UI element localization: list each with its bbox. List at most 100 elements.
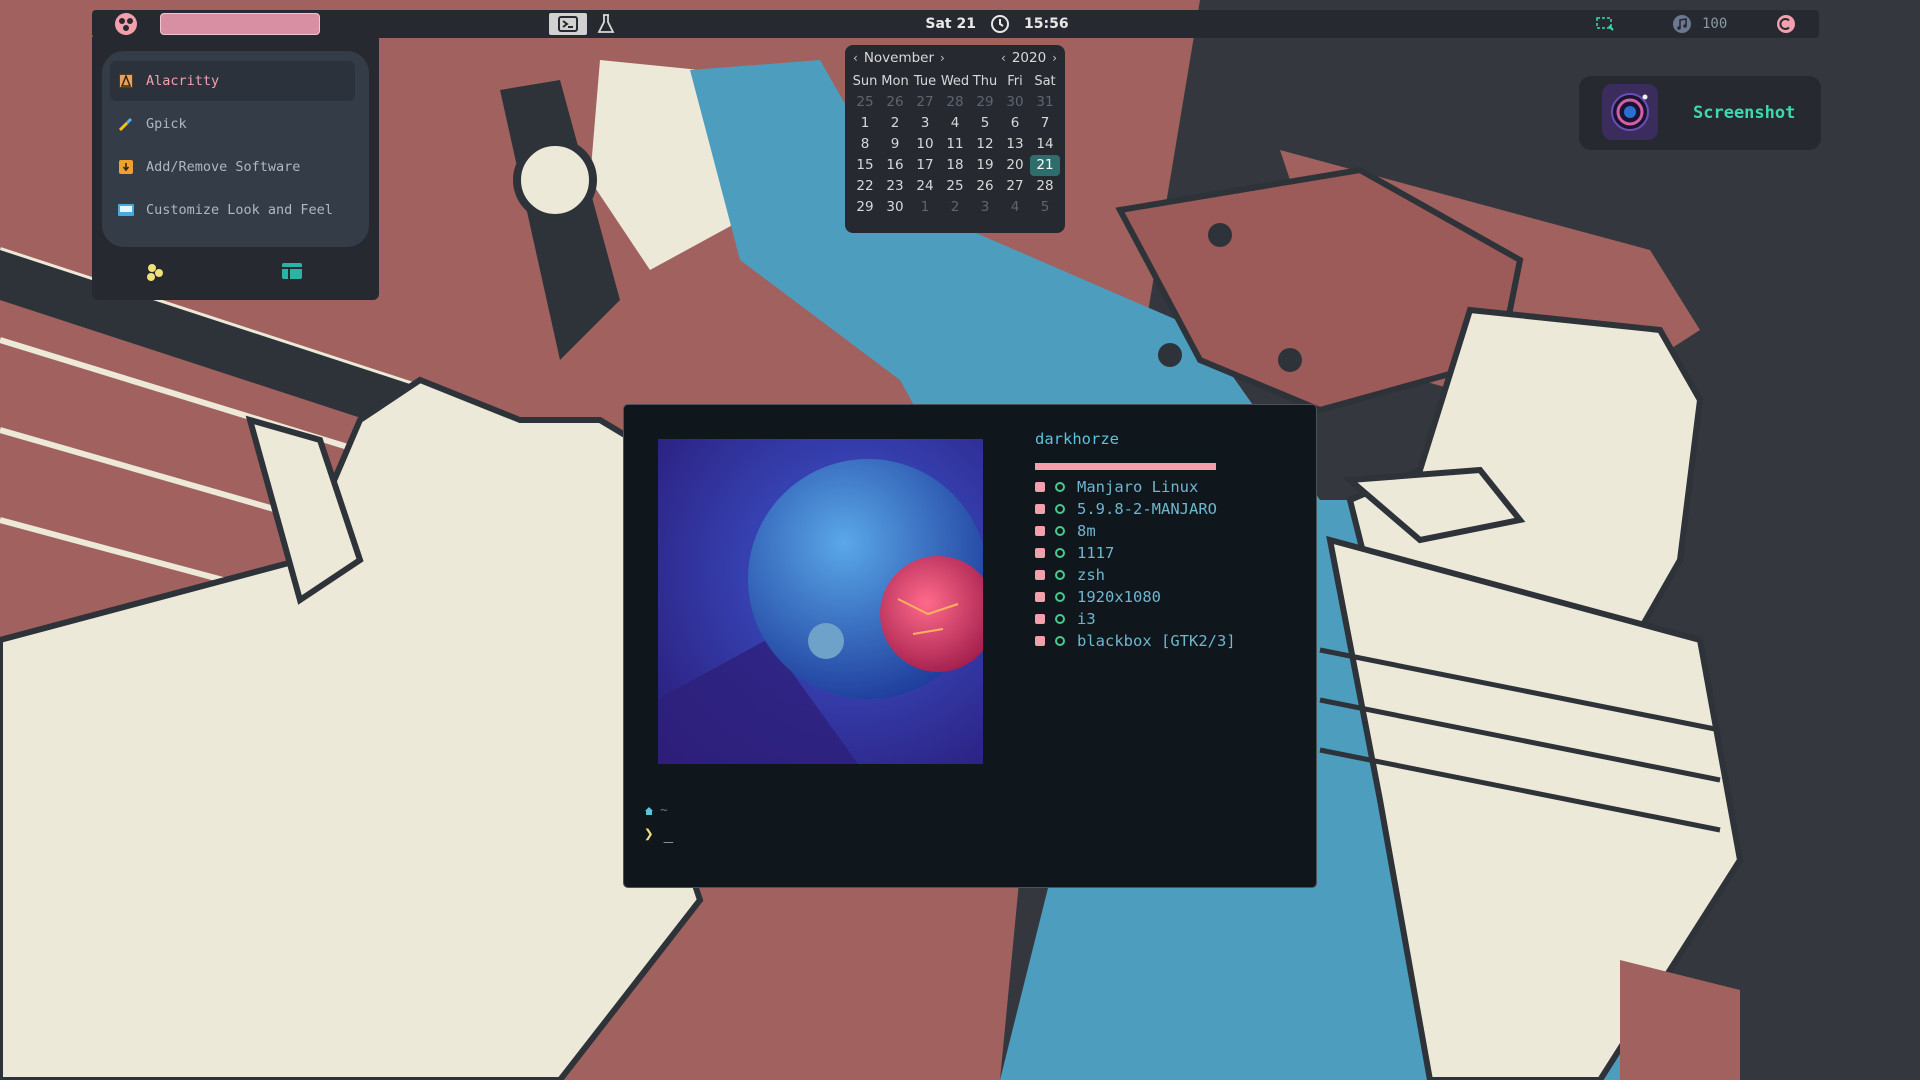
- next-year-button[interactable]: ›: [1052, 51, 1057, 65]
- clock-widget[interactable]: Sat 21 15:56: [872, 10, 1122, 38]
- calendar-day[interactable]: 13: [1000, 134, 1030, 155]
- apps-icon: [147, 264, 163, 281]
- calendar-day[interactable]: 4: [940, 113, 970, 134]
- calendar-day[interactable]: 3: [910, 113, 940, 134]
- fetch-value: Manjaro Linux: [1077, 478, 1199, 496]
- calendar-day[interactable]: 10: [910, 134, 940, 155]
- app-launcher: Alacritty Gpick Add/Remove Software Cust…: [92, 37, 379, 300]
- launcher-item-label: Alacritty: [146, 73, 220, 89]
- terminal-icon: [558, 16, 578, 32]
- calendar-day[interactable]: 18: [940, 155, 970, 176]
- calendar-day[interactable]: 25: [940, 176, 970, 197]
- calendar-day[interactable]: 28: [940, 92, 970, 113]
- calendar-day[interactable]: 16: [880, 155, 910, 176]
- launcher-item-alacritty[interactable]: Alacritty: [110, 61, 355, 101]
- gpick-icon: [118, 116, 134, 132]
- flask-icon: [597, 14, 615, 33]
- camera-icon: [1602, 84, 1658, 140]
- calendar-day[interactable]: 24: [910, 176, 940, 197]
- calendar-day[interactable]: 27: [1000, 176, 1030, 197]
- calendar-day[interactable]: 27: [910, 92, 940, 113]
- wm-icon: [1035, 614, 1045, 624]
- calendar-day[interactable]: 29: [850, 197, 880, 218]
- shell-prompt[interactable]: ~ ❯ _: [644, 803, 673, 843]
- prompt-symbol: ❯: [644, 824, 654, 843]
- terminal-window[interactable]: darkhorze Manjaro Linux 5.9.8-2-MANJARO 8m…: [623, 404, 1317, 888]
- calendar-day[interactable]: 14: [1030, 134, 1060, 155]
- calendar-day[interactable]: 28: [1030, 176, 1060, 197]
- fetch-value: i3: [1077, 610, 1096, 628]
- calendar-day[interactable]: 12: [970, 134, 1000, 155]
- windows-mode-button[interactable]: [282, 263, 302, 283]
- calendar-day[interactable]: 23: [880, 176, 910, 197]
- fetch-value: blackbox [GTK2/3]: [1077, 632, 1236, 650]
- clock-icon: [991, 15, 1009, 33]
- bullet-icon: [1055, 504, 1065, 514]
- windows-icon: [282, 263, 302, 279]
- calendar-day[interactable]: 30: [1000, 92, 1030, 113]
- prev-month-button[interactable]: ‹: [853, 51, 858, 65]
- calendar-day[interactable]: 2: [940, 197, 970, 218]
- software-icon: [118, 159, 134, 175]
- fetch-row: 1117: [1035, 542, 1236, 564]
- calendar-day[interactable]: 30: [880, 197, 910, 218]
- bullet-icon: [1055, 482, 1065, 492]
- flask-button[interactable]: [592, 10, 620, 38]
- theme-icon: [1035, 636, 1045, 646]
- calendar-day[interactable]: 26: [970, 176, 1000, 197]
- kernel-icon: [1035, 504, 1045, 514]
- launcher-item-gpick[interactable]: Gpick: [110, 104, 355, 144]
- launcher-item-add-remove-software[interactable]: Add/Remove Software: [110, 147, 355, 187]
- distro-logo-button[interactable]: [112, 10, 140, 38]
- volume-tray-button[interactable]: 100: [1672, 10, 1742, 38]
- calendar-day[interactable]: 17: [910, 155, 940, 176]
- calendar-day[interactable]: 2: [880, 113, 910, 134]
- calendar-day[interactable]: 8: [850, 134, 880, 155]
- calendar-day[interactable]: 20: [1000, 155, 1030, 176]
- calendar-day[interactable]: 9: [880, 134, 910, 155]
- screenshot-notification[interactable]: Screenshot: [1579, 76, 1821, 150]
- calendar-day[interactable]: 31: [1030, 92, 1060, 113]
- fetch-row: 8m: [1035, 520, 1236, 542]
- launcher-item-customize-look[interactable]: Customize Look and Feel: [110, 190, 355, 230]
- calendar-day[interactable]: 15: [850, 155, 880, 176]
- calendar-day[interactable]: 7: [1030, 113, 1060, 134]
- prompt-path: ~: [660, 803, 668, 818]
- calendar-day[interactable]: 6: [1000, 113, 1030, 134]
- weekday-header: Fri: [1007, 74, 1023, 89]
- top-bar: Sat 21 15:56 100: [92, 10, 1819, 38]
- weekday-header: Tue: [913, 74, 937, 89]
- calendar-day[interactable]: 11: [940, 134, 970, 155]
- notification-label: Screenshot: [1693, 103, 1796, 123]
- prev-year-button[interactable]: ‹: [1001, 51, 1006, 65]
- calendar-day[interactable]: 25: [850, 92, 880, 113]
- calendar-day[interactable]: 1: [850, 113, 880, 134]
- fetch-value: 8m: [1077, 522, 1096, 540]
- resolution-icon: [1035, 592, 1045, 602]
- calendar-grid: Sun Mon Tue Wed Thu Fri Sat 25 26 27 28 29 30 31 1 2 3 4 5…: [845, 71, 1065, 218]
- fetch-row: zsh: [1035, 564, 1236, 586]
- calendar-day[interactable]: 4: [1000, 197, 1030, 218]
- calendar-day[interactable]: 29: [970, 92, 1000, 113]
- terminal-button[interactable]: [548, 10, 588, 38]
- distro-logo-icon: [115, 13, 137, 35]
- calendar-day-today[interactable]: 21: [1030, 155, 1060, 176]
- launcher-item-label: Customize Look and Feel: [146, 202, 333, 218]
- power-icon: [1777, 15, 1795, 33]
- uptime-icon: [1035, 526, 1045, 536]
- calendar-day[interactable]: 22: [850, 176, 880, 197]
- bullet-icon: [1055, 636, 1065, 646]
- weekday-header: Sat: [1034, 74, 1056, 89]
- calendar-day[interactable]: 26: [880, 92, 910, 113]
- calendar-day[interactable]: 5: [970, 113, 1000, 134]
- calendar-day[interactable]: 1: [910, 197, 940, 218]
- apps-mode-button[interactable]: [144, 261, 166, 287]
- calendar-day[interactable]: 5: [1030, 197, 1060, 218]
- calendar-day[interactable]: 3: [970, 197, 1000, 218]
- calendar-day[interactable]: 19: [970, 155, 1000, 176]
- next-month-button[interactable]: ›: [940, 51, 945, 65]
- power-button[interactable]: [1772, 10, 1800, 38]
- display-tray-button[interactable]: [1592, 10, 1618, 38]
- search-input[interactable]: [160, 13, 320, 35]
- weekday-header: Thu: [972, 74, 998, 89]
